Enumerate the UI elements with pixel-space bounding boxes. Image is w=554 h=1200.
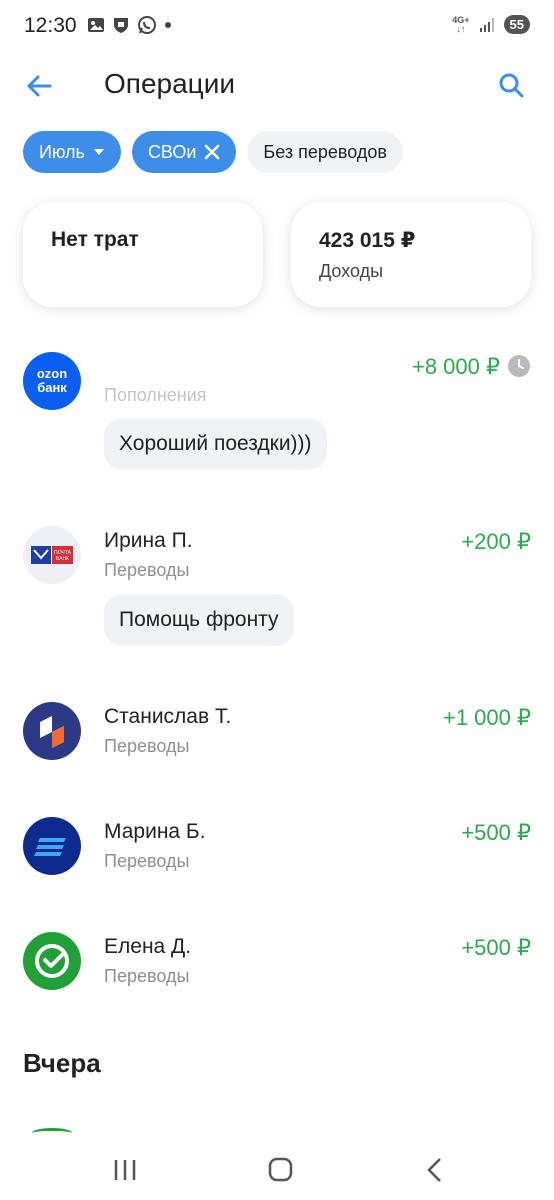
ozon-logo-text: ozon — [37, 366, 67, 381]
sber-bank-icon — [23, 932, 81, 990]
transaction-row[interactable]: Елена Д. Переводы +500 ₽ — [0, 932, 554, 1012]
caret-down-icon — [93, 149, 104, 155]
month-filter-chip[interactable]: Июль — [23, 131, 121, 173]
ozon-bank-icon: ozon банк — [23, 352, 81, 410]
ozon-logo-subtext: банк — [37, 380, 67, 395]
ozon-logo: ozon банк — [37, 366, 67, 395]
system-icons: 4G+ ↓↑ 55 — [452, 15, 530, 34]
status-time: 12:30 — [24, 14, 77, 37]
vtb-logo — [34, 838, 66, 856]
transaction-row[interactable]: Марина Б. Переводы +500 ₽ — [0, 817, 554, 897]
transaction-comment: Хороший поездки))) — [104, 418, 327, 470]
notification-icons — [87, 15, 172, 35]
clock-icon — [508, 355, 530, 377]
transaction-name: Станислав Т. — [104, 705, 232, 728]
arrow-left-icon — [27, 75, 52, 97]
income-amount: 423 015 ₽ — [319, 229, 416, 252]
pochta-bank-icon: ПОЧТА БАНК — [23, 526, 81, 584]
no-transfers-chip[interactable]: Без переводов — [247, 131, 403, 173]
transaction-amount: +8 000 ₽ — [411, 354, 500, 379]
recent-apps-icon — [114, 1160, 136, 1180]
back-button[interactable] — [22, 68, 58, 104]
whatsapp-icon — [138, 16, 156, 34]
sber-logo — [35, 944, 69, 978]
transaction-row[interactable]: Станислав Т. Переводы +1 000 ₽ — [0, 702, 554, 782]
transaction-comment: Помощь фронту — [104, 594, 294, 646]
filter-chips: Июль СВОи Без переводов — [23, 131, 403, 173]
back-nav-button[interactable] — [415, 1154, 455, 1186]
expenses-card[interactable]: Нет трат — [23, 202, 263, 307]
month-filter-label: Июль — [39, 141, 85, 162]
transaction-amount: +1 000 ₽ — [442, 705, 531, 730]
tag-filter-label: СВОи — [147, 141, 197, 162]
next-row-avatar-partial — [32, 1128, 72, 1138]
home-icon — [268, 1157, 293, 1182]
home-button[interactable] — [260, 1154, 300, 1186]
battery-icon: 55 — [503, 15, 530, 34]
transaction-amount: +500 ₽ — [461, 820, 531, 845]
network-arrows: ↓↑ — [456, 23, 466, 34]
signal-icon — [479, 17, 494, 32]
transaction-category: Переводы — [104, 851, 190, 871]
transaction-category: Переводы — [104, 736, 190, 756]
summary-cards: Нет трат 423 015 ₽ Доходы — [23, 202, 531, 307]
transaction-row[interactable]: ozon банк Пополнения +8 000 ₽ Хороший по… — [0, 350, 554, 480]
transaction-name: Елена Д. — [104, 935, 192, 958]
dot-icon — [165, 22, 171, 28]
transaction-category: Пополнения — [104, 385, 207, 405]
gallery-icon — [88, 18, 104, 32]
no-transfers-label: Без переводов — [263, 141, 387, 162]
search-icon — [499, 73, 524, 98]
pochta-logo: ПОЧТА БАНК — [31, 546, 73, 564]
tag-filter-chip[interactable]: СВОи — [131, 131, 237, 173]
transaction-category: Переводы — [104, 966, 190, 986]
transaction-category: Переводы — [104, 560, 190, 580]
shield-icon — [114, 18, 128, 33]
pochta-logo-subtext: БАНК — [56, 556, 69, 562]
transaction-name: Ирина П. — [104, 529, 193, 552]
transaction-name: Марина Б. — [104, 820, 206, 843]
system-navigation-bar — [0, 1140, 554, 1200]
transaction-row[interactable]: ПОЧТА БАНК Ирина П. Переводы +200 ₽ Помо… — [0, 526, 554, 656]
status-bar: 12:30 4G+ ↓↑ 55 — [0, 0, 554, 56]
psb-bank-icon — [23, 702, 81, 760]
network-icon: 4G+ ↓↑ — [452, 15, 469, 34]
transaction-amount: +500 ₽ — [461, 935, 531, 960]
close-icon[interactable] — [204, 144, 220, 160]
transaction-amount: +200 ₽ — [461, 529, 531, 554]
chevron-left-icon — [427, 1158, 441, 1182]
recent-apps-button[interactable] — [105, 1154, 145, 1186]
section-title-yesterday: Вчера — [23, 1048, 101, 1078]
income-card[interactable]: 423 015 ₽ Доходы — [291, 202, 531, 307]
page-title: Операции — [104, 68, 235, 99]
header: Операции — [0, 56, 554, 116]
psb-logo — [40, 716, 64, 748]
search-button[interactable] — [494, 68, 530, 104]
expenses-title: Нет трат — [51, 228, 139, 251]
income-label: Доходы — [319, 261, 384, 281]
vtb-bank-icon — [23, 817, 81, 875]
